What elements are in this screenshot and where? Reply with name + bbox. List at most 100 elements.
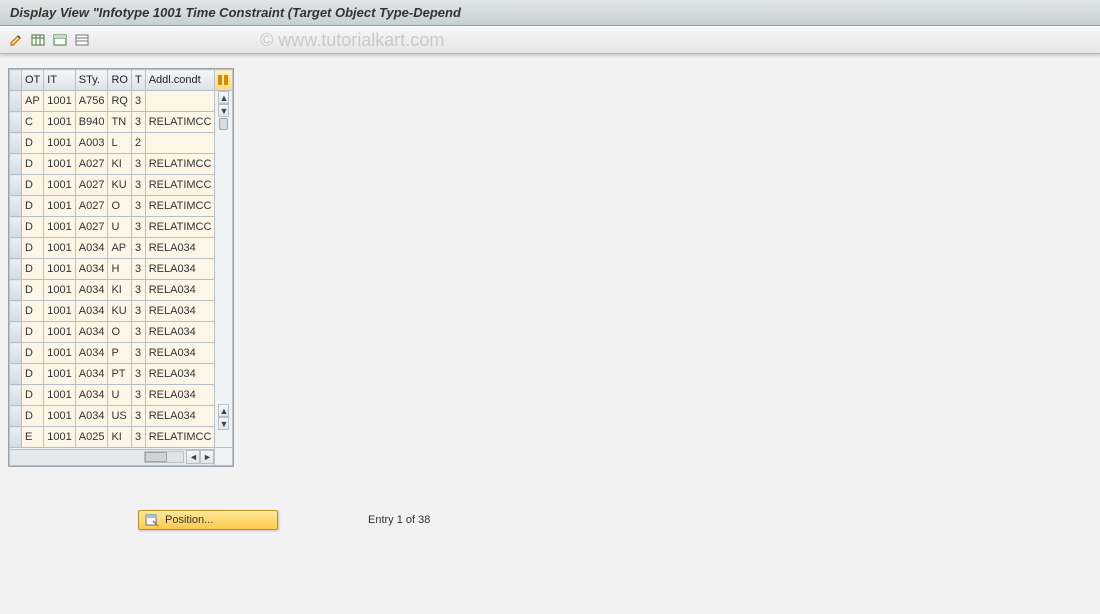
cell-ot[interactable]: D: [22, 322, 44, 343]
cell-ot[interactable]: E: [22, 427, 44, 448]
row-selector[interactable]: [10, 217, 22, 238]
cell-it[interactable]: 1001: [44, 385, 75, 406]
scroll-right-icon[interactable]: ►: [200, 450, 214, 464]
cell-sty[interactable]: A034: [75, 364, 108, 385]
table-row[interactable]: D1001A034KU3RELA034: [10, 301, 233, 322]
cell-addl[interactable]: RELATIMCC: [145, 196, 215, 217]
cell-ot[interactable]: D: [22, 280, 44, 301]
cell-ro[interactable]: KI: [108, 427, 132, 448]
cell-addl[interactable]: [145, 133, 215, 154]
cell-addl[interactable]: RELA034: [145, 322, 215, 343]
cell-sty[interactable]: B940: [75, 112, 108, 133]
cell-addl[interactable]: RELA034: [145, 406, 215, 427]
cell-it[interactable]: 1001: [44, 196, 75, 217]
cell-t[interactable]: 3: [131, 427, 145, 448]
cell-addl[interactable]: RELA034: [145, 343, 215, 364]
cell-ro[interactable]: AP: [108, 238, 132, 259]
cell-it[interactable]: 1001: [44, 112, 75, 133]
cell-t[interactable]: 3: [131, 301, 145, 322]
position-button[interactable]: Position...: [138, 510, 278, 530]
cell-t[interactable]: 3: [131, 238, 145, 259]
cell-ro[interactable]: O: [108, 196, 132, 217]
col-header-addl[interactable]: Addl.condt: [145, 70, 215, 91]
cell-sty[interactable]: A003: [75, 133, 108, 154]
cell-addl[interactable]: RELA034: [145, 238, 215, 259]
cell-it[interactable]: 1001: [44, 406, 75, 427]
table-row[interactable]: D1001A034H3RELA034: [10, 259, 233, 280]
table-export-icon[interactable]: [50, 30, 70, 50]
col-header-it[interactable]: IT: [44, 70, 75, 91]
scroll-down-icon[interactable]: ▼: [218, 104, 229, 117]
cell-addl[interactable]: [145, 91, 215, 112]
row-selector[interactable]: [10, 280, 22, 301]
vertical-scroll[interactable]: ▲▼▲▼: [215, 91, 233, 448]
col-header-sty[interactable]: STy.: [75, 70, 108, 91]
column-config-icon[interactable]: [215, 70, 233, 91]
scroll-down2-icon[interactable]: ▼: [218, 417, 229, 430]
cell-addl[interactable]: RELATIMCC: [145, 154, 215, 175]
data-grid[interactable]: OT IT STy. RO T Addl.condt AP1001A756RQ3…: [8, 68, 234, 467]
cell-ot[interactable]: AP: [22, 91, 44, 112]
cell-sty[interactable]: A025: [75, 427, 108, 448]
cell-ot[interactable]: D: [22, 175, 44, 196]
cell-ro[interactable]: US: [108, 406, 132, 427]
cell-t[interactable]: 3: [131, 343, 145, 364]
cell-it[interactable]: 1001: [44, 259, 75, 280]
table-row[interactable]: D1001A034KI3RELA034: [10, 280, 233, 301]
cell-addl[interactable]: RELA034: [145, 385, 215, 406]
cell-ot[interactable]: D: [22, 406, 44, 427]
row-selector[interactable]: [10, 238, 22, 259]
cell-ot[interactable]: D: [22, 238, 44, 259]
col-header-t[interactable]: T: [131, 70, 145, 91]
cell-t[interactable]: 3: [131, 385, 145, 406]
cell-it[interactable]: 1001: [44, 427, 75, 448]
row-selector[interactable]: [10, 427, 22, 448]
cell-ot[interactable]: D: [22, 133, 44, 154]
table-row[interactable]: D1001A027KU3RELATIMCC: [10, 175, 233, 196]
table-settings-icon[interactable]: [28, 30, 48, 50]
cell-it[interactable]: 1001: [44, 217, 75, 238]
cell-it[interactable]: 1001: [44, 133, 75, 154]
cell-ot[interactable]: D: [22, 217, 44, 238]
cell-addl[interactable]: RELATIMCC: [145, 112, 215, 133]
table-row[interactable]: D1001A034PT3RELA034: [10, 364, 233, 385]
table-row[interactable]: D1001A027KI3RELATIMCC: [10, 154, 233, 175]
edit-icon[interactable]: [6, 30, 26, 50]
cell-ot[interactable]: D: [22, 154, 44, 175]
cell-ro[interactable]: O: [108, 322, 132, 343]
table-row[interactable]: D1001A027U3RELATIMCC: [10, 217, 233, 238]
cell-t[interactable]: 3: [131, 154, 145, 175]
cell-it[interactable]: 1001: [44, 343, 75, 364]
cell-addl[interactable]: RELA034: [145, 364, 215, 385]
row-selector[interactable]: [10, 154, 22, 175]
row-selector[interactable]: [10, 301, 22, 322]
cell-sty[interactable]: A034: [75, 406, 108, 427]
cell-addl[interactable]: RELATIMCC: [145, 217, 215, 238]
cell-t[interactable]: 3: [131, 322, 145, 343]
cell-it[interactable]: 1001: [44, 238, 75, 259]
table-view-icon[interactable]: [72, 30, 92, 50]
row-selector[interactable]: [10, 175, 22, 196]
row-selector[interactable]: [10, 322, 22, 343]
row-selector[interactable]: [10, 112, 22, 133]
table-row[interactable]: E1001A025KI3RELATIMCC: [10, 427, 233, 448]
table-row[interactable]: D1001A034AP3RELA034: [10, 238, 233, 259]
cell-ot[interactable]: D: [22, 301, 44, 322]
cell-ro[interactable]: U: [108, 217, 132, 238]
cell-t[interactable]: 3: [131, 112, 145, 133]
cell-sty[interactable]: A027: [75, 154, 108, 175]
cell-ro[interactable]: RQ: [108, 91, 132, 112]
cell-t[interactable]: 3: [131, 259, 145, 280]
cell-it[interactable]: 1001: [44, 364, 75, 385]
cell-t[interactable]: 3: [131, 406, 145, 427]
cell-ot[interactable]: D: [22, 343, 44, 364]
horizontal-scroll[interactable]: ◄ ►: [10, 448, 233, 466]
cell-ot[interactable]: D: [22, 196, 44, 217]
cell-t[interactable]: 3: [131, 280, 145, 301]
row-selector[interactable]: [10, 133, 22, 154]
cell-ro[interactable]: KU: [108, 175, 132, 196]
cell-addl[interactable]: RELA034: [145, 259, 215, 280]
table-row[interactable]: D1001A034P3RELA034: [10, 343, 233, 364]
cell-ro[interactable]: KU: [108, 301, 132, 322]
cell-sty[interactable]: A027: [75, 196, 108, 217]
